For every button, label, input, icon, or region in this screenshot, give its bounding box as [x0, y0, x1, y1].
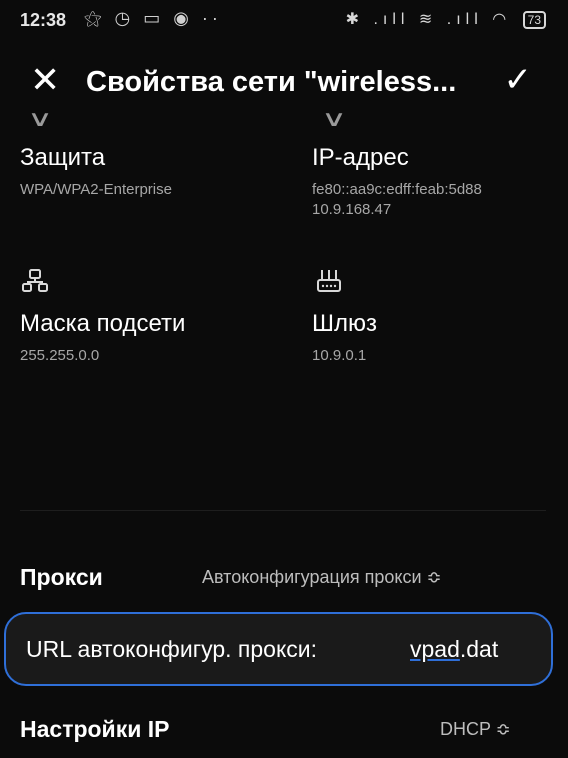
- proxy-label: Прокси: [20, 564, 103, 590]
- page-title: Свойства сети "wireless...: [86, 66, 457, 98]
- proxy-url-field[interactable]: URL автоконфигур. прокси: vpad.dat: [4, 612, 553, 686]
- proxy-url-value-underlined: vpad: [410, 636, 460, 662]
- signal-wifi-icons: ✱ .ıll ≋ .ıll ◠: [345, 11, 512, 28]
- proxy-url-input[interactable]: vpad.dat: [410, 636, 498, 663]
- ip-label: IP-адрес: [312, 144, 409, 171]
- battery-icon: 73: [522, 11, 546, 29]
- security-value: WPA/WPA2-Enterprise: [20, 181, 172, 198]
- ip-value-v6: fe80::aa9c:edff:feab:5d88: [312, 181, 482, 198]
- status-bar: 12:38 ⚝ ◷ ▭ ◉ ·· ✱ .ıll ≋ .ıll ◠ 73: [0, 0, 568, 48]
- chevron-down-icon: ∨: [321, 106, 347, 131]
- mask-label: Маска подсети: [20, 310, 186, 337]
- ip-settings-label: Настройки IP: [20, 716, 170, 742]
- gateway-value: 10.9.0.1: [312, 347, 367, 364]
- router-icon: [317, 270, 341, 292]
- status-time: 12:38: [20, 10, 67, 30]
- ip-value-v4: 10.9.168.47: [312, 201, 392, 218]
- network-tree-icon: [22, 269, 48, 292]
- check-icon[interactable]: ✓: [504, 60, 533, 100]
- security-label: Защита: [20, 144, 106, 171]
- divider: [20, 510, 546, 511]
- title-bar: ✕ Свойства сети "wireless... ✓: [0, 54, 568, 114]
- proxy-url-value-rest: .dat: [459, 636, 499, 662]
- proxy-url-label: URL автоконфигур. прокси:: [26, 636, 318, 662]
- chevron-down-icon: ∨: [27, 106, 53, 131]
- mask-value: 255.255.0.0: [20, 347, 100, 364]
- notification-icons: ⚝ ◷ ▭ ◉ ··: [84, 8, 222, 28]
- gateway-label: Шлюз: [312, 310, 378, 337]
- close-icon[interactable]: ✕: [30, 60, 60, 100]
- system-icons: ✱ .ıll ≋ .ıll ◠ 73: [346, 9, 546, 29]
- proxy-select[interactable]: Автоконфигурация прокси ≎: [202, 567, 442, 588]
- ip-settings-select[interactable]: DHCP ≎: [440, 719, 511, 740]
